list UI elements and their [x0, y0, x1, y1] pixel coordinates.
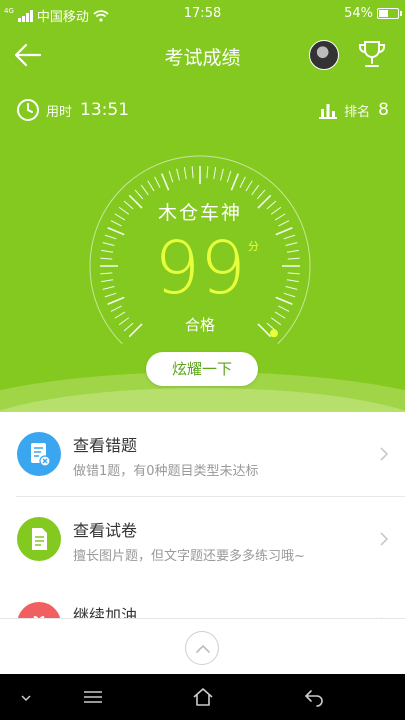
gauge-tick: [245, 180, 253, 192]
list-item-title: 查看错题: [73, 436, 138, 455]
system-nav-bar: [0, 674, 405, 720]
duration-stat: 用时 13:51: [16, 96, 129, 124]
pass-status: 合格: [184, 316, 215, 334]
rank-stat: 排名 8: [318, 96, 389, 124]
chevron-down-icon[interactable]: [15, 687, 37, 707]
chevron-right-icon: [380, 447, 389, 461]
battery-percent: 54%: [344, 6, 373, 21]
duration-label: 用时: [46, 104, 73, 120]
paper-icon: [17, 517, 61, 561]
chevron-right-icon: [380, 532, 389, 546]
list-item-view-mistakes[interactable]: 查看错题 做错1题，有0种题目类型未达标: [0, 412, 405, 496]
gauge-tick: [191, 166, 194, 179]
gauge-tick: [154, 176, 161, 188]
trophy-icon[interactable]: [358, 39, 386, 69]
chevron-up-icon: [196, 644, 210, 653]
bar-chart-icon: [319, 104, 338, 119]
scroll-up-button[interactable]: [185, 631, 219, 665]
app-header: 考试成绩: [0, 32, 405, 78]
rank-value: 8: [378, 100, 389, 120]
status-bar: 4G 中国移动 17:58 54%: [0, 0, 405, 28]
list-item-subtitle: 做错1题，有0种题目类型未达标: [73, 464, 259, 479]
list-item-title: 查看试卷: [73, 521, 138, 540]
list-item-view-paper[interactable]: 查看试卷 擅长图片题，但文字题还要多多练习哦~: [0, 497, 405, 581]
gauge-tick: [226, 170, 232, 183]
gauge-tick: [147, 180, 155, 192]
bottom-bar: [0, 618, 405, 674]
gauge-tick: [220, 168, 224, 181]
gauge-tick: [251, 184, 260, 196]
back-icon[interactable]: [303, 687, 325, 707]
score-unit: 分: [248, 240, 259, 253]
gauge-tick: [183, 167, 187, 180]
user-avatar[interactable]: [309, 40, 339, 70]
gauge-tick: [160, 173, 170, 191]
home-icon[interactable]: [192, 687, 214, 707]
gauge-tick: [140, 184, 149, 196]
gauge-tick: [213, 167, 217, 180]
battery-icon: [377, 8, 402, 19]
mistakes-icon: [17, 432, 61, 476]
rank-label: 排名: [344, 104, 371, 120]
duration-value: 13:51: [80, 100, 130, 120]
clock-icon: [17, 99, 39, 121]
menu-icon[interactable]: [82, 687, 104, 707]
user-name: 木仓车神: [157, 202, 242, 224]
gauge-tick: [206, 166, 209, 179]
gauge-tick: [176, 168, 180, 181]
list-item-subtitle: 擅长图片题，但文字题还要多多练习哦~: [73, 549, 305, 564]
gauge-tick: [239, 176, 246, 188]
show-off-button[interactable]: 炫耀一下: [146, 352, 258, 386]
score-value: 99: [154, 226, 246, 310]
gauge-tick: [230, 173, 240, 191]
page-title: 考试成绩: [164, 47, 241, 69]
gauge-tick: [168, 170, 174, 183]
